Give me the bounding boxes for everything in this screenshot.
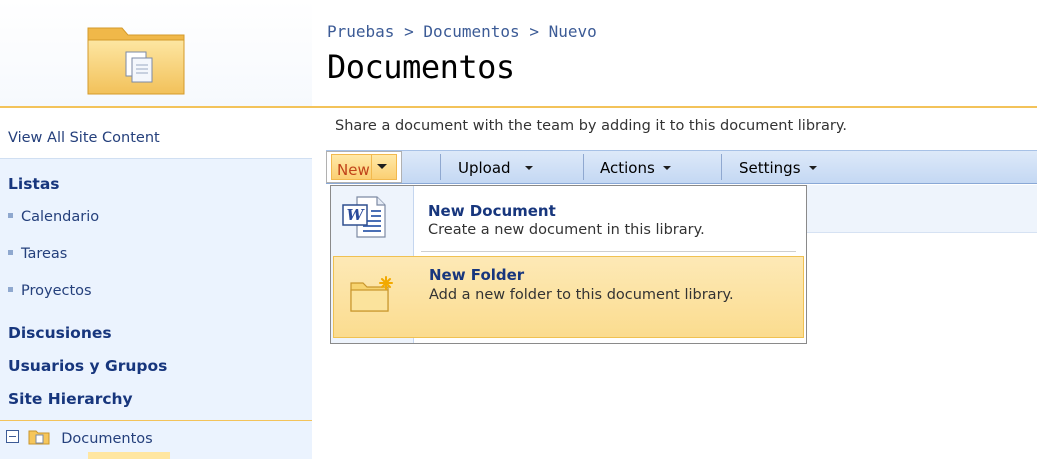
nav-item-label: Tareas [21, 246, 68, 262]
menu-item-title: New Folder [429, 266, 525, 284]
split-divider [371, 155, 372, 179]
actions-label: Actions [600, 159, 655, 177]
tree-item-label: Documentos [61, 430, 153, 447]
actions-menu-button[interactable]: Actions [600, 159, 671, 177]
nav-heading-site-hierarchy[interactable]: Site Hierarchy [8, 390, 133, 408]
toolbar-separator [721, 154, 722, 180]
breadcrumb-current-nuevo: Nuevo [548, 22, 597, 41]
view-all-site-content-link[interactable]: View All Site Content [8, 130, 160, 146]
bullet-icon [8, 212, 13, 218]
bullet-icon [8, 286, 13, 292]
chevron-down-icon[interactable] [377, 164, 387, 169]
toolbar-separator [440, 154, 441, 180]
left-navigation: View All Site Content Listas Calendario … [0, 108, 312, 459]
chevron-down-icon [524, 165, 533, 170]
library-toolbar: New Upload Actions Settings [326, 150, 1037, 184]
bullet-icon [8, 249, 13, 255]
settings-menu-button[interactable]: Settings [739, 159, 817, 177]
nav-item-tareas[interactable]: Tareas [8, 246, 67, 262]
upload-menu-button[interactable]: Upload [458, 159, 533, 177]
menu-item-new-document[interactable]: W New Document Create a new document in … [333, 189, 804, 249]
collapse-icon[interactable] [6, 430, 19, 443]
upload-label: Upload [458, 159, 511, 177]
word-document-icon: W [342, 196, 386, 238]
breadcrumb-separator: > [529, 22, 539, 41]
nav-item-label: Proyectos [21, 283, 92, 299]
menu-item-description: Create a new document in this library. [428, 222, 705, 238]
nav-item-proyectos[interactable]: Proyectos [8, 283, 92, 299]
svg-text:W: W [347, 206, 366, 224]
folder-icon [28, 430, 50, 444]
nav-heading-discusiones[interactable]: Discusiones [8, 324, 112, 342]
menu-item-new-folder[interactable]: New Folder Add a new folder to this docu… [333, 256, 804, 338]
list-header-strip [806, 185, 1037, 233]
menu-separator [421, 251, 796, 252]
nav-divider [0, 420, 312, 421]
chevron-down-icon [662, 165, 671, 170]
toolbar-separator [583, 154, 584, 180]
new-folder-icon [350, 276, 393, 312]
page-title: Documentos [327, 48, 515, 86]
view-all-site-content: View All Site Content [0, 108, 312, 159]
breadcrumb: Pruebas > Documentos > Nuevo [327, 22, 597, 41]
tree-item-documentos[interactable]: Documentos [6, 428, 153, 450]
settings-label: Settings [739, 159, 801, 177]
breadcrumb-link-pruebas[interactable]: Pruebas [327, 22, 394, 41]
new-menu-button[interactable]: New [326, 151, 402, 183]
nav-item-calendario[interactable]: Calendario [8, 209, 99, 225]
menu-item-title: New Document [428, 202, 556, 220]
folder-documents-icon [87, 27, 185, 95]
menu-item-description: Add a new folder to this document librar… [429, 287, 734, 303]
library-description: Share a document with the team by adding… [335, 118, 847, 134]
nav-heading-listas[interactable]: Listas [8, 175, 60, 193]
breadcrumb-separator: > [404, 22, 414, 41]
new-label-text: New [337, 161, 370, 179]
nav-item-label: Calendario [21, 209, 100, 225]
breadcrumb-link-documentos[interactable]: Documentos [423, 22, 519, 41]
new-button-label[interactable]: New [331, 154, 397, 180]
chevron-down-icon [808, 165, 817, 170]
new-dropdown-menu: W New Document Create a new document in … [330, 185, 807, 344]
tree-selection-highlight [88, 452, 170, 459]
nav-heading-usuarios-y-grupos[interactable]: Usuarios y Grupos [8, 357, 167, 375]
